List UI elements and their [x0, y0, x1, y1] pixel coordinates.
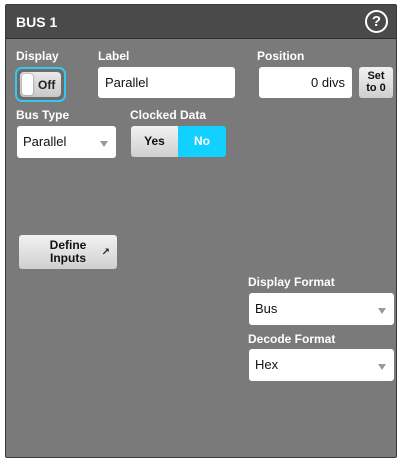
decode-format-label: Decode Format: [248, 332, 336, 346]
label-input-value: Parallel: [105, 75, 149, 90]
display-toggle-value: Off: [38, 78, 56, 92]
display-toggle-body: Off: [20, 72, 61, 97]
position-input-value: 0 divs: [311, 75, 345, 90]
panel-title: BUS 1: [16, 14, 58, 30]
display-format-select[interactable]: Bus: [249, 293, 394, 325]
define-inputs-button[interactable]: Define Inputs ↗: [19, 235, 117, 269]
display-label: Display: [16, 49, 59, 63]
help-icon[interactable]: ?: [365, 10, 388, 33]
set-to-zero-line1: Set: [367, 70, 385, 82]
set-to-zero-button[interactable]: Set to 0: [359, 67, 393, 98]
set-to-zero-line2: to 0: [366, 82, 386, 94]
label-input[interactable]: Parallel: [98, 67, 235, 98]
label-field-label: Label: [98, 49, 130, 63]
clocked-data-yes-button[interactable]: Yes: [131, 126, 178, 157]
bus-type-value: Parallel: [23, 134, 67, 149]
chevron-down-icon: [378, 364, 386, 370]
chevron-down-icon: [378, 308, 386, 314]
bus-type-select[interactable]: Parallel: [17, 126, 116, 158]
external-link-icon: ↗: [101, 247, 110, 258]
clocked-data-no-button[interactable]: No: [178, 126, 226, 157]
bus-config-panel: BUS 1 ? Display Off Label Parallel Posit…: [5, 4, 397, 458]
decode-format-select[interactable]: Hex: [249, 349, 394, 381]
clocked-data-label: Clocked Data: [130, 108, 207, 122]
display-format-label: Display Format: [248, 275, 335, 289]
display-toggle[interactable]: Off: [15, 67, 66, 102]
decode-format-value: Hex: [255, 357, 279, 372]
chevron-down-icon: [100, 141, 108, 147]
position-input[interactable]: 0 divs: [259, 67, 352, 98]
bus-type-label: Bus Type: [16, 108, 70, 122]
title-bar: BUS 1 ?: [6, 5, 396, 39]
position-label: Position: [257, 49, 305, 63]
display-format-value: Bus: [255, 301, 278, 316]
toggle-knob: [22, 74, 33, 95]
